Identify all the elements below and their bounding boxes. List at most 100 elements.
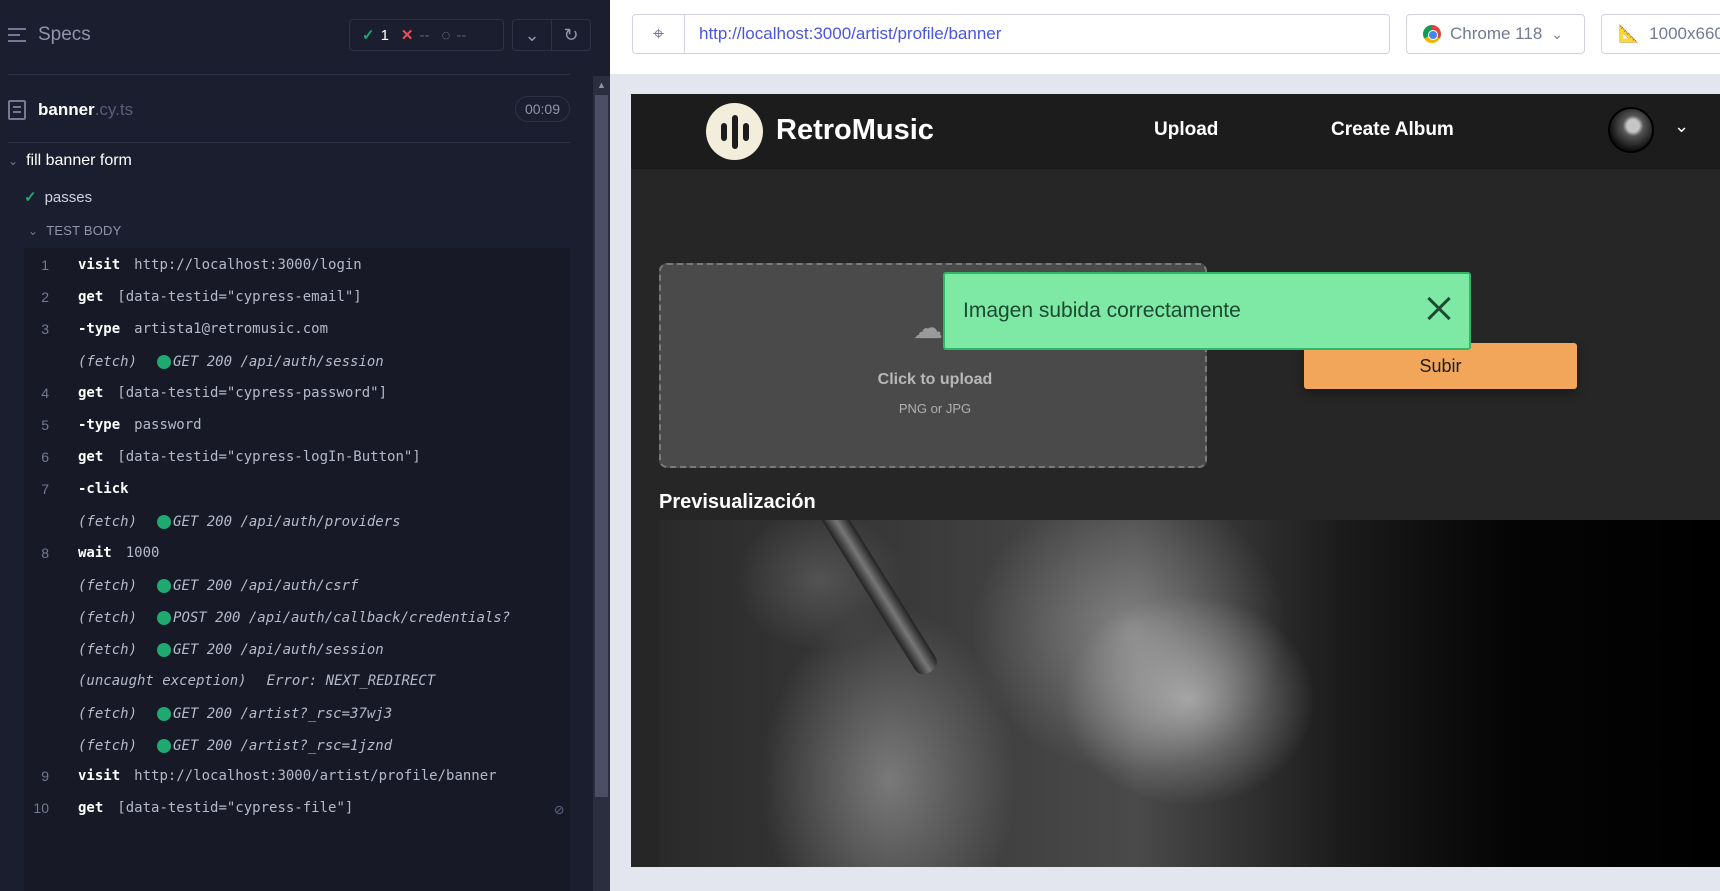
nav-create-album[interactable]: Create Album [1331,119,1454,141]
avatar[interactable] [1608,107,1654,153]
command-number: 7 [41,481,49,497]
command-name: get [78,289,104,305]
command-row[interactable]: 3 -type artista1@retromusic.com [24,312,570,346]
command-event: (fetch) [78,706,138,722]
chevron-down-icon[interactable]: ⌄ [1674,116,1689,137]
check-icon: ✓ [362,27,375,44]
command-row[interactable]: (fetch) GET 200 /api/auth/session [24,345,570,379]
collapse-all-button[interactable]: ⌄ [512,19,552,51]
app-viewport: RetroMusic Upload Create Album ⌄ ☁ Click… [631,94,1720,867]
app-navbar: RetroMusic Upload Create Album ⌄ [631,94,1720,169]
command-request: GET 200 /artist?_rsc=37wj3 [173,706,393,722]
status-dot-icon [157,355,172,369]
chevron-down-icon: ⌄ [524,24,540,45]
pending-stat: ◌ -- [442,27,467,44]
test-body-header[interactable]: ⌄ TEST BODY [28,223,122,238]
pending-icon: ◌ [441,26,451,44]
command-row[interactable]: 1 visit http://localhost:3000/login [24,248,570,282]
command-event: (fetch) [78,610,138,626]
test-row[interactable]: ✓ passes [24,188,93,207]
chrome-icon [1423,25,1441,43]
command-row[interactable]: (fetch) POST 200 /api/auth/callback/crede… [24,601,570,635]
brand-name[interactable]: RetroMusic [776,114,934,147]
command-number: 10 [33,800,49,816]
banner-preview-image [659,520,1720,867]
command-row[interactable]: (uncaught exception) Error: NEXT_REDIRECT [24,664,570,698]
command-name: get [78,385,104,401]
nav-upload[interactable]: Upload [1154,119,1218,141]
command-number: 9 [41,768,49,784]
command-name: visit [78,768,121,784]
chevron-down-icon: ⌄ [8,154,19,168]
command-message: artista1@retromusic.com [134,321,329,337]
command-error: Error: NEXT_REDIRECT [266,673,436,689]
command-number: 3 [41,321,49,337]
command-row[interactable]: 4 get [data-testid="cypress-password"] [24,376,570,410]
command-name: -type [78,417,121,433]
command-row[interactable]: (fetch) GET 200 /api/auth/providers [24,505,570,539]
scroll-up-icon[interactable]: ▲ [597,80,606,90]
dropzone-subtitle: PNG or JPG [898,401,972,416]
test-body-label: TEST BODY [46,223,122,238]
divider [8,74,570,75]
command-row[interactable]: (fetch) GET 200 /api/auth/session [24,633,570,667]
command-row[interactable]: 7 -click [24,472,570,506]
command-event: (fetch) [78,578,138,594]
suite-title: fill banner form [26,152,132,169]
command-name: -click [78,481,129,497]
status-dot-icon [157,611,172,625]
browser-name: Chrome 118 [1450,24,1543,43]
suite-row[interactable]: ⌄ fill banner form [8,152,132,170]
command-message: 1000 [125,545,160,561]
retromusic-logo-icon[interactable] [706,103,763,160]
divider [8,142,570,143]
success-toast: Imagen subida correctamente [943,272,1471,350]
aut-panel: ⌖ http://localhost:3000/artist/profile/b… [610,0,1720,891]
failed-stat: ✕ -- [400,26,430,45]
command-row[interactable]: 5 -type password [24,408,570,442]
spec-file-ext: .cy.ts [94,100,134,119]
passed-stat: ✓ 1 [362,26,389,45]
command-event: (uncaught exception) [78,673,247,689]
spec-file-row[interactable]: banner .cy.ts 00:09 [8,96,570,124]
x-icon: ✕ [400,27,414,44]
command-number: 2 [41,289,49,305]
rerun-button[interactable]: ↻ [551,19,591,51]
command-row[interactable]: (fetch) GET 200 /api/auth/csrf [24,569,570,603]
command-row[interactable]: 9 visit http://localhost:3000/artist/profi… [24,759,570,793]
command-row[interactable]: 10 get [data-testid="cypress-file"] ⊘ [24,791,570,825]
command-number: 6 [41,449,49,465]
dropzone-title: Click to upload [877,371,993,388]
command-name: wait [78,545,112,561]
command-event: (fetch) [78,354,138,370]
spec-file-name: banner [38,100,95,119]
toast-message: Imagen subida correctamente [963,299,1241,322]
crosshair-icon: ⌖ [652,22,665,45]
command-row[interactable]: 2 get [data-testid="cypress-email"] [24,280,570,314]
command-name: get [78,800,104,816]
file-icon [8,100,26,120]
test-title: passes [44,188,93,206]
chevron-down-icon: ⌄ [1551,25,1564,42]
eye-slash-icon[interactable]: ⊘ [554,800,564,819]
close-icon[interactable] [1421,291,1457,327]
preview-title: Previsualización [659,491,816,513]
pending-count: -- [456,26,467,44]
scrollbar-thumb[interactable] [595,95,608,797]
command-number: 1 [41,257,49,273]
command-row[interactable]: (fetch) GET 200 /artist?_rsc=1jznd [24,729,570,763]
ruler-icon: 📐 [1618,24,1640,43]
command-row[interactable]: 6 get [data-testid="cypress-logIn-Button"] [24,440,570,474]
check-icon: ✓ [24,189,37,206]
restart-icon: ↻ [563,24,579,45]
command-request: GET 200 /api/auth/providers [173,514,401,530]
status-dot-icon [157,707,172,721]
url-bar[interactable]: http://localhost:3000/artist/profile/ban… [684,14,1390,54]
selector-playground-button[interactable]: ⌖ [632,14,684,54]
browser-select[interactable]: Chrome 118 ⌄ [1406,14,1585,54]
command-row[interactable]: (fetch) GET 200 /artist?_rsc=37wj3 [24,697,570,731]
specs-toggle-button[interactable]: Specs [8,24,91,46]
command-row[interactable]: 8 wait 1000 [24,536,570,570]
viewport-info-button[interactable]: 📐 1000x660 [1601,14,1720,54]
command-number: 8 [41,545,49,561]
